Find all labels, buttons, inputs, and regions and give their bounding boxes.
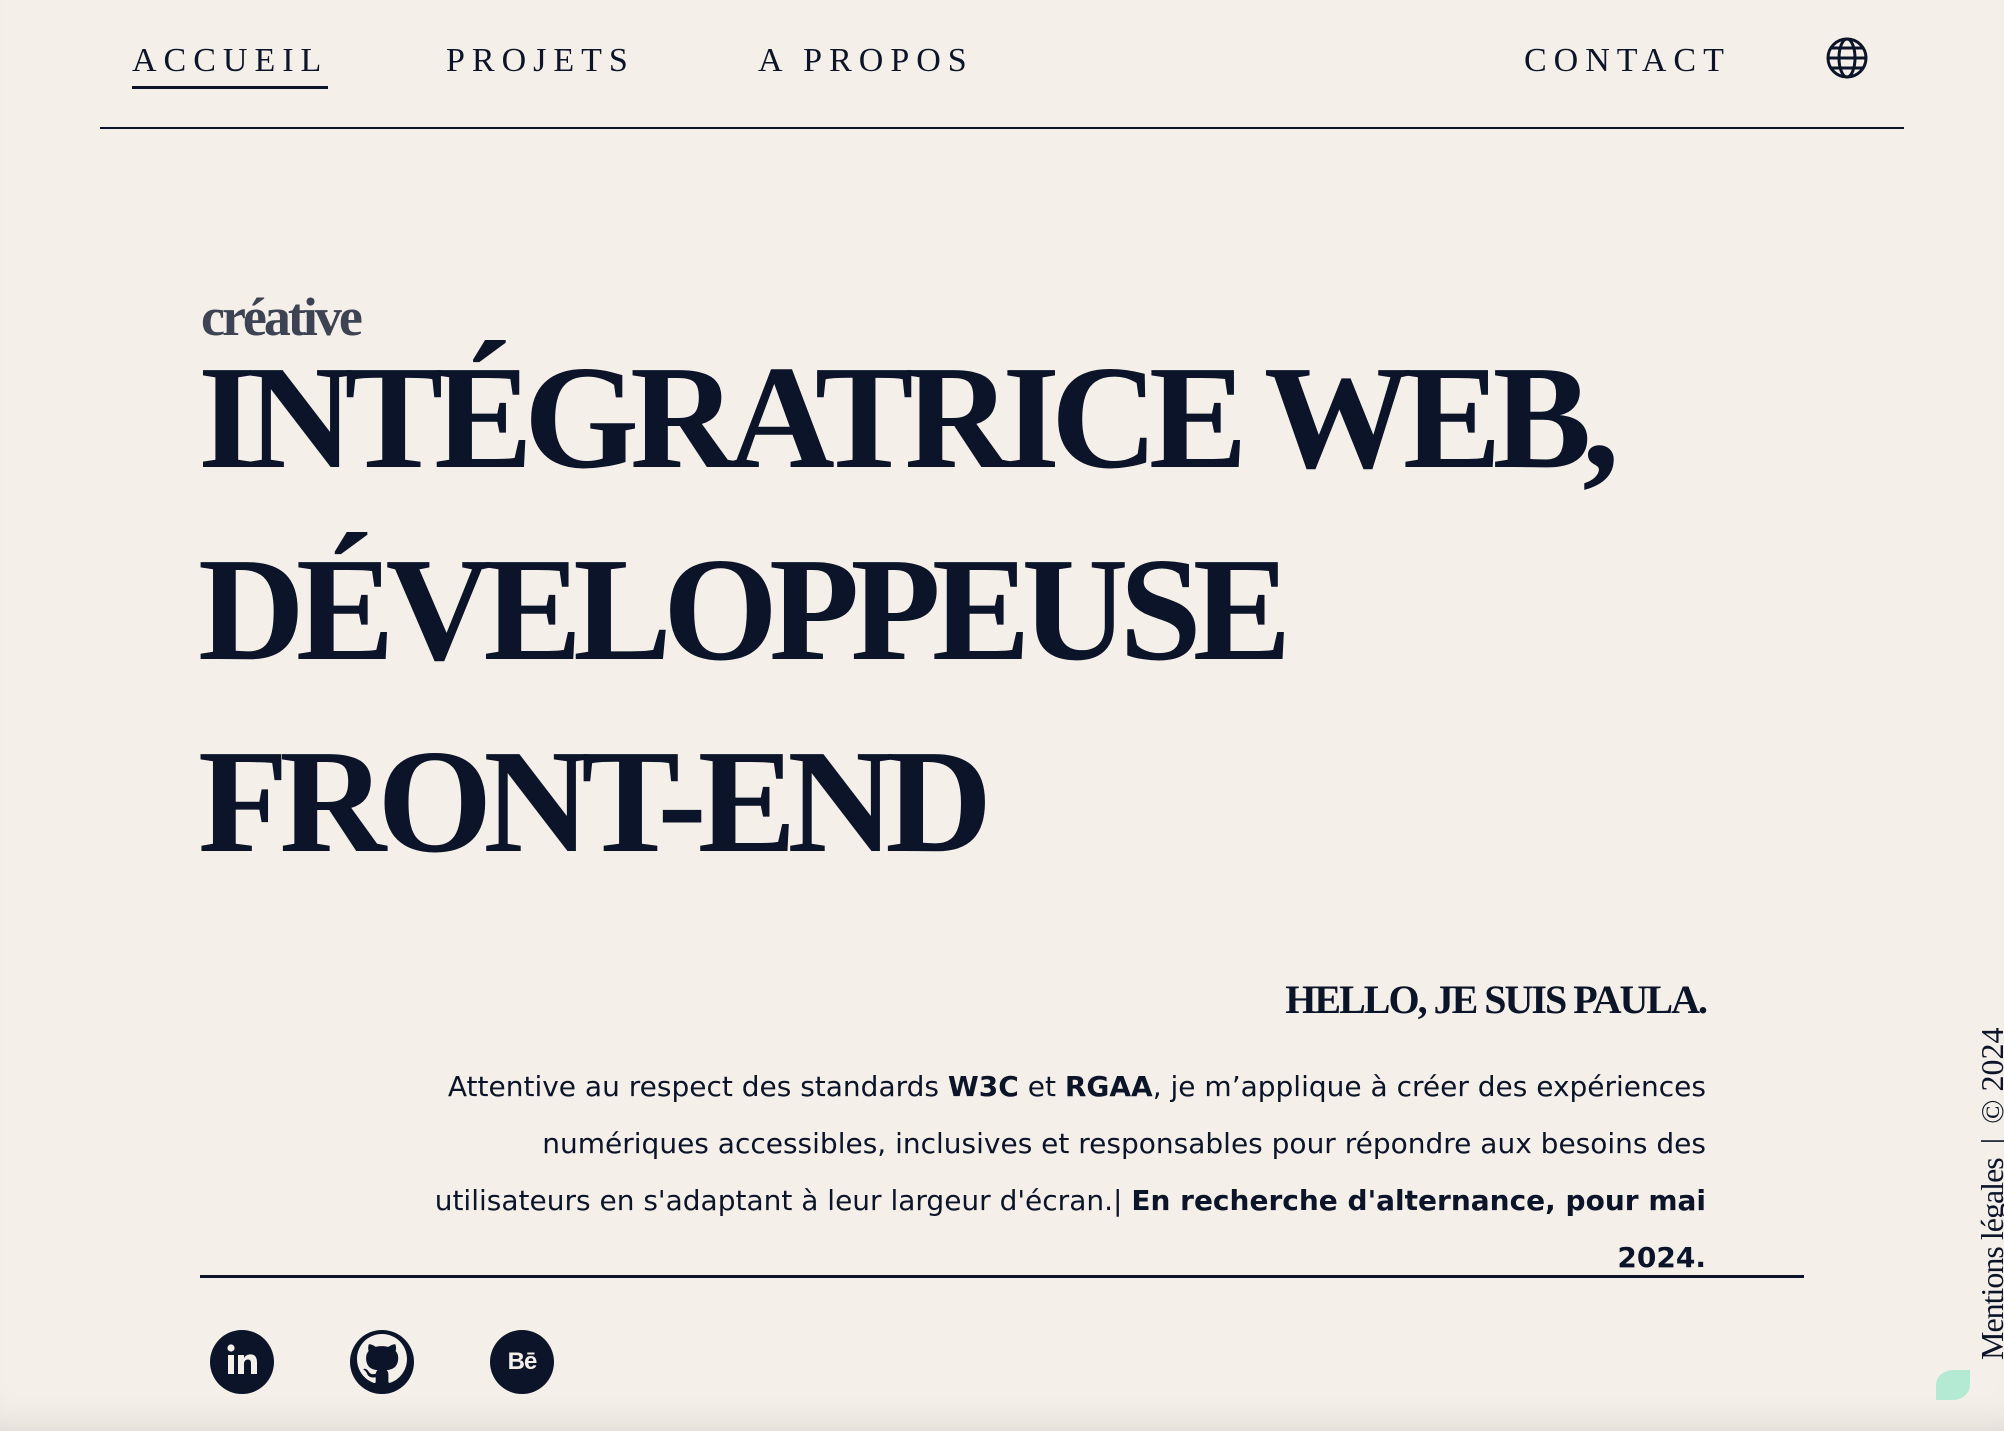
w3c-label: W3C — [947, 1070, 1019, 1103]
github-icon — [350, 1328, 414, 1397]
rgaa-label: RGAA — [1064, 1070, 1153, 1103]
section-divider — [200, 1275, 1804, 1278]
github-link[interactable] — [350, 1330, 414, 1394]
linkedin-link[interactable] — [210, 1330, 274, 1394]
intro-text-part-2: et — [1018, 1070, 1065, 1103]
linkedin-icon — [225, 1343, 259, 1382]
alternance-highlight: En recherche d'alternance, pour mai 2024… — [1131, 1184, 1706, 1274]
globe-icon[interactable] — [1825, 36, 1869, 80]
nav-link-a-propos[interactable]: A PROPOS — [758, 42, 974, 80]
intro-paragraph: Attentive au respect des standards W3C e… — [390, 1058, 1706, 1286]
nav-link-accueil[interactable]: ACCUEIL — [132, 42, 329, 89]
intro-title: HELLO, JE SUIS PAULA. — [1285, 977, 1708, 1022]
copyright-text: © 2024 — [1973, 1027, 2004, 1124]
legal-notice-link[interactable]: Mentions légales — [1974, 1158, 2004, 1360]
main-navigation: ACCUEIL PROJETS A PROPOS CONTACT — [100, 0, 1904, 129]
side-separator: | — [1974, 1138, 2004, 1144]
behance-link[interactable]: Bē — [490, 1330, 554, 1394]
side-legal-block: Mentions légales | © 2024 — [1932, 1010, 2004, 1360]
behance-icon: Bē — [507, 1348, 538, 1375]
intro-text-part-1: Attentive au respect des standards — [447, 1070, 948, 1103]
leaf-decoration — [1936, 1370, 1970, 1400]
hero-headline: INTÉGRATRICE WEB, DÉVELOPPEUSE FRONT-END — [198, 336, 1619, 884]
nav-link-contact[interactable]: CONTACT — [1524, 42, 1731, 80]
nav-link-projets[interactable]: PROJETS — [446, 42, 635, 80]
